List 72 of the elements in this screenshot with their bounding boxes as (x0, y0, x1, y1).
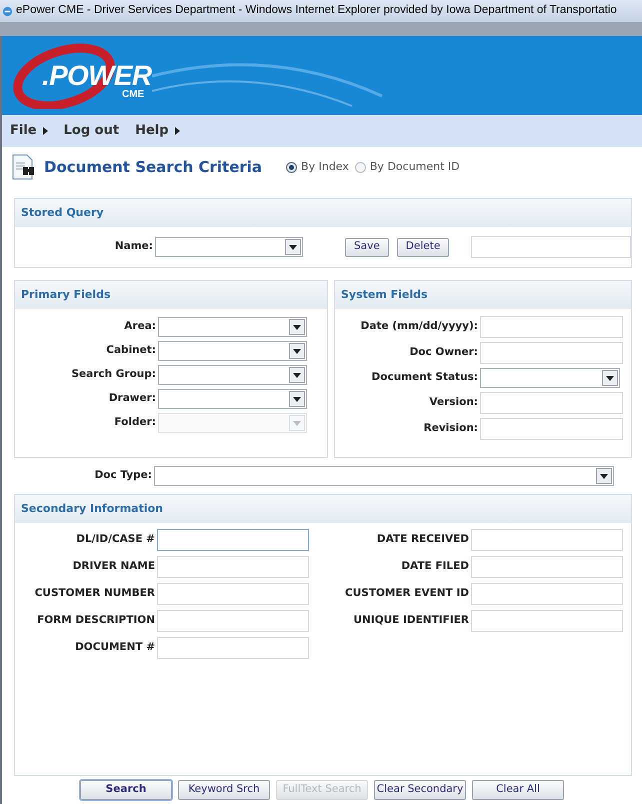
submenu-arrow-icon (174, 126, 180, 135)
action-button[interactable]: Clear Secondary (374, 780, 466, 800)
text-field[interactable] (471, 583, 623, 605)
dropdown-field[interactable] (158, 317, 307, 337)
dropdown-arrow-icon (600, 474, 608, 478)
menu-item[interactable]: Help (135, 121, 180, 141)
field-label: Revision: (422, 421, 479, 436)
field-label: Name: (114, 239, 154, 254)
text-field[interactable] (157, 637, 309, 659)
text-field[interactable] (157, 610, 309, 632)
field-label: Drawer: (108, 391, 157, 406)
radio-button[interactable] (286, 162, 298, 173)
field-label: Date (mm/dd/yyyy): (360, 319, 479, 334)
dropdown-field[interactable] (158, 389, 307, 409)
field-label: Search Group: (70, 367, 157, 382)
window-title: ePower CME - Driver Services Department - Windows Internet Explorer provided by Iowa Department of Transportatio (16, 3, 617, 18)
field-label: CUSTOMER EVENT ID (344, 586, 470, 601)
action-button[interactable]: Clear All (472, 780, 564, 800)
dropdown-field[interactable] (158, 365, 307, 385)
action-button[interactable]: Search (80, 780, 172, 800)
menu-item[interactable]: Log out (64, 121, 120, 141)
field-label: Version: (428, 395, 479, 410)
dropdown-arrow-icon (293, 420, 301, 426)
text-field[interactable] (471, 529, 623, 551)
field-label: DATE FILED (400, 559, 470, 574)
panel-title: Secondary Information (15, 495, 632, 523)
panel-title: System Fields (335, 281, 632, 309)
dropdown-arrow-icon (293, 396, 301, 402)
text-field[interactable] (471, 556, 623, 578)
dropdown-field[interactable] (158, 341, 307, 361)
query-button[interactable]: Delete (396, 238, 450, 256)
radio-label: By Document ID (370, 159, 460, 176)
field-label: FORM DESCRIPTION (36, 613, 156, 628)
query-name-field[interactable] (471, 236, 632, 258)
text-field[interactable] (480, 342, 623, 364)
field-label: Cabinet: (105, 343, 157, 358)
panel-title: Stored Query (15, 199, 632, 227)
query-button[interactable]: Save (345, 238, 389, 256)
field-label: UNIQUE IDENTIFIER (352, 613, 470, 628)
dropdown-field[interactable] (154, 466, 614, 486)
dropdown-field[interactable] (155, 237, 303, 257)
page-title: Document Search Criteria (44, 157, 262, 178)
browser-icon (2, 6, 13, 16)
text-field[interactable] (157, 583, 309, 605)
submenu-arrow-icon (42, 126, 48, 135)
field-label: DL/ID/CASE # (75, 532, 156, 547)
radio-label: By Index (301, 159, 349, 176)
text-field[interactable] (480, 418, 623, 440)
panel-title: Primary Fields (15, 281, 327, 309)
dropdown-field[interactable] (480, 368, 620, 388)
action-button[interactable]: Keyword Srch (178, 780, 270, 800)
text-field[interactable] (157, 556, 309, 578)
dropdown-arrow-icon (293, 324, 301, 330)
dropdown-arrow-icon (293, 372, 301, 378)
text-field[interactable] (157, 529, 309, 551)
text-field[interactable] (480, 392, 623, 414)
menu-item[interactable]: File (10, 121, 48, 141)
field-label: DOCUMENT # (74, 640, 156, 655)
field-label: Doc Owner: (408, 345, 479, 360)
text-field[interactable] (480, 316, 623, 338)
field-label: DATE RECEIVED (376, 532, 470, 547)
field-label: Area: (123, 319, 157, 334)
dropdown-arrow-icon (293, 348, 301, 354)
field-label: Folder: (113, 415, 157, 430)
text-field[interactable] (471, 610, 623, 632)
dropdown-arrow-icon (606, 376, 614, 380)
field-label: DRIVER NAME (72, 559, 156, 574)
dropdown-arrow-icon (289, 244, 297, 250)
radio-button[interactable] (354, 162, 366, 173)
field-label: Doc Type: (94, 468, 153, 484)
field-label: Document Status: (370, 370, 479, 386)
field-label: CUSTOMER NUMBER (34, 586, 156, 601)
